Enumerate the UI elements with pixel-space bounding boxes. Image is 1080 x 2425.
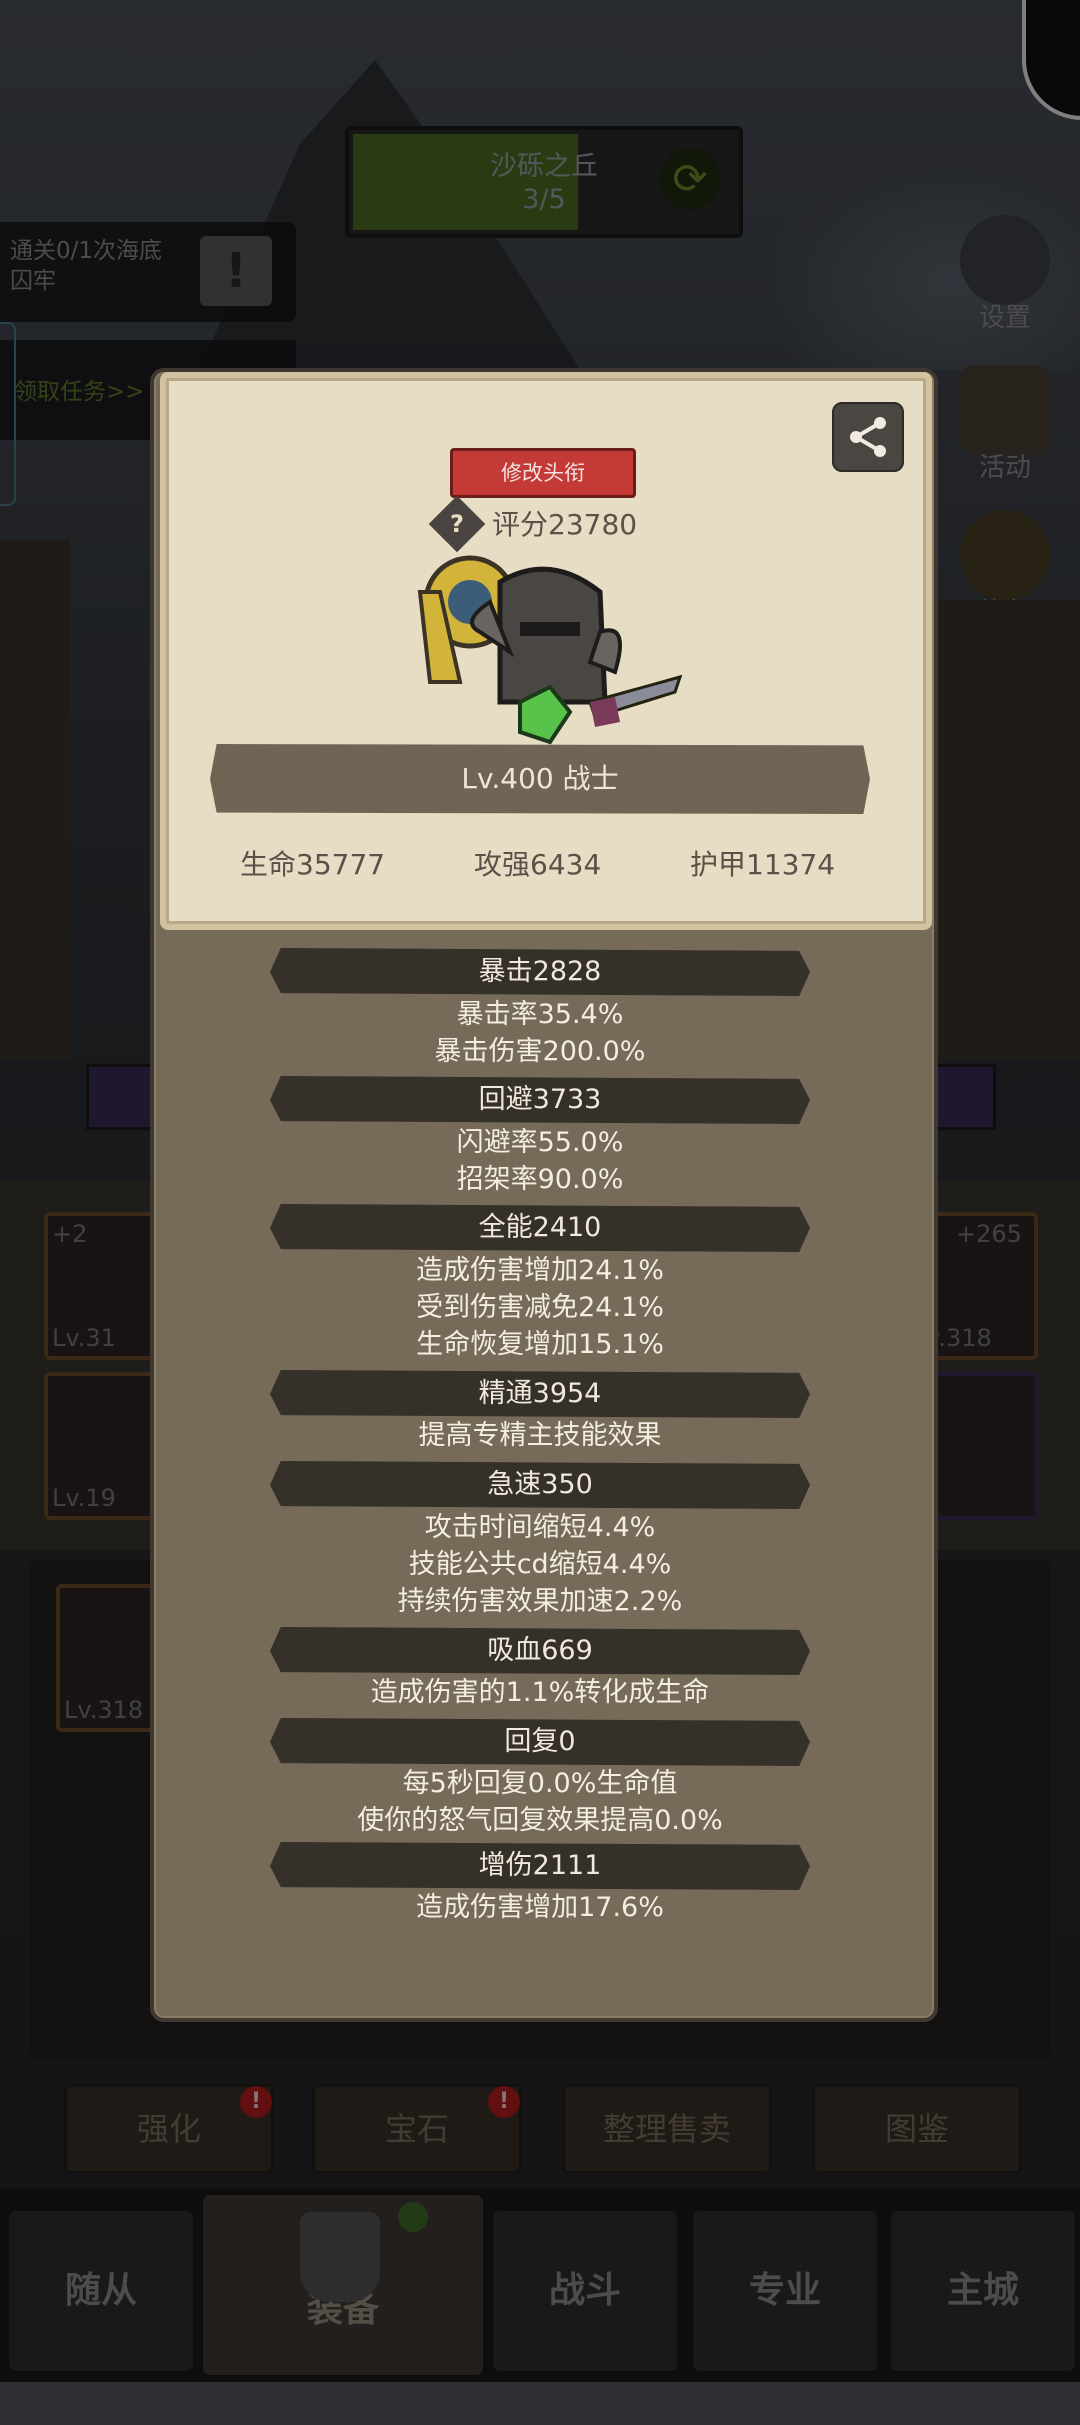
help-icon[interactable]: ? xyxy=(437,504,477,544)
stat-damage-bonus-header: 增伤2111 xyxy=(478,1850,602,1881)
stat-heal-increase: 生命恢复增加15.1% xyxy=(416,1329,664,1360)
stat-dot-speed: 持续伤害效果加速2.2% xyxy=(397,1586,683,1617)
stat-parry-rate: 招架率90.0% xyxy=(456,1164,624,1195)
hero-warrior-portrait xyxy=(417,555,683,745)
stat-dodge-rate: 闪避率55.0% xyxy=(456,1127,624,1158)
stat-regen-rage: 使你的怒气回复效果提高0.0% xyxy=(357,1805,723,1836)
stat-mastery-header: 精通3954 xyxy=(478,1378,602,1409)
stat-damage-increase: 造成伤害增加24.1% xyxy=(416,1255,664,1286)
stat-damage-reduction: 受到伤害减免24.1% xyxy=(416,1292,664,1323)
share-icon xyxy=(850,417,886,457)
share-button[interactable] xyxy=(832,402,904,472)
stat-avoid-header: 回避3733 xyxy=(478,1084,602,1115)
stat-crit-damage: 暴击伤害200.0% xyxy=(434,1036,646,1067)
level-class-text: Lv.400 战士 xyxy=(461,762,619,795)
stat-regen-hp: 每5秒回复0.0%生命值 xyxy=(402,1768,678,1799)
stat-lifesteal-header: 吸血669 xyxy=(487,1635,593,1666)
stat-attack-time: 攻击时间缩短4.4% xyxy=(424,1512,656,1543)
stat-crit-header: 暴击2828 xyxy=(478,956,602,987)
power-score: 评分23780 xyxy=(492,508,638,541)
stat-armor: 护甲11374 xyxy=(690,848,836,881)
change-title-button[interactable]: 修改头衔 xyxy=(450,448,636,498)
stat-haste-header: 急速350 xyxy=(487,1469,593,1500)
stat-attack-power: 攻强6434 xyxy=(474,848,602,881)
stat-hp: 生命35777 xyxy=(240,848,386,881)
stat-crit-rate: 暴击率35.4% xyxy=(456,999,624,1030)
stat-lifesteal-desc: 造成伤害的1.1%转化成生命 xyxy=(370,1677,710,1708)
stat-versatility-header: 全能2410 xyxy=(478,1212,602,1243)
stat-global-cd: 技能公共cd缩短4.4% xyxy=(408,1549,672,1580)
stat-regen-header: 回复0 xyxy=(504,1726,576,1757)
stat-mastery-desc: 提高专精主技能效果 xyxy=(418,1420,662,1451)
stat-damage-bonus-desc: 造成伤害增加17.6% xyxy=(416,1892,664,1923)
